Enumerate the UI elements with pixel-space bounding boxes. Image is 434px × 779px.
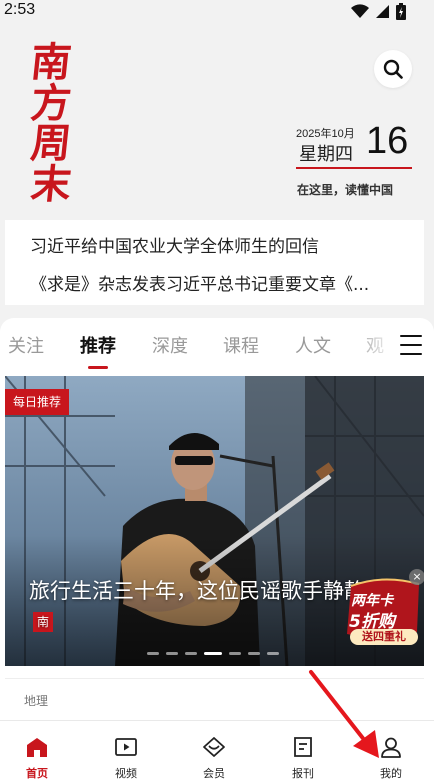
video-icon bbox=[115, 738, 137, 756]
tab-follow[interactable]: 关注 bbox=[8, 332, 44, 358]
logo-char: 方 bbox=[28, 79, 74, 127]
date-day: 16 bbox=[366, 120, 409, 162]
carousel-dot bbox=[229, 652, 241, 655]
carousel-dot bbox=[248, 652, 260, 655]
tabs-fade bbox=[350, 318, 398, 370]
daily-pick-badge: 每日推荐 bbox=[5, 389, 70, 415]
nav-video[interactable]: 视频 bbox=[86, 721, 166, 779]
status-icons bbox=[351, 3, 406, 20]
headline-text: 《求是》杂志发表习近平总书记重要文章《... bbox=[30, 275, 370, 295]
date-block: 2025年10月 星期四 16 在这里，读懂中国 bbox=[290, 120, 416, 202]
headline-item[interactable]: 习近平给中国农业大学全体师生的回信 bbox=[30, 232, 410, 257]
nav-label: 会员 bbox=[203, 767, 225, 779]
brand-logo: 南 方 周 末 bbox=[26, 39, 76, 208]
newspaper-icon bbox=[294, 737, 312, 757]
signal-icon bbox=[376, 5, 389, 18]
hero-title[interactable]: 旅行生活三十年，这位民谣歌手静静南 bbox=[29, 576, 369, 636]
tab-culture[interactable]: 人文 bbox=[295, 332, 331, 358]
nav-home[interactable]: 首页 bbox=[0, 721, 77, 779]
nav-label: 视频 bbox=[115, 767, 137, 779]
promo-line3: 送四重礼 bbox=[350, 629, 418, 645]
tab-courses[interactable]: 课程 bbox=[223, 332, 259, 358]
profile-icon bbox=[381, 737, 401, 758]
status-time: 2:53 bbox=[4, 1, 36, 18]
channel-tabs: 关注 推荐 深度 课程 人文 观 bbox=[0, 318, 434, 370]
membership-promo[interactable]: 两年卡 5折购 送四重礼 × bbox=[343, 569, 424, 648]
logo-char: 南 bbox=[28, 39, 74, 86]
logo-char: 周 bbox=[28, 120, 74, 168]
article-category: 地理 bbox=[24, 694, 49, 708]
date-year-month: 2025年10月 bbox=[296, 128, 355, 140]
bottom-nav: 首页 视频 会员 报刊 我的 bbox=[0, 720, 434, 779]
carousel-dot bbox=[147, 652, 159, 655]
carousel-dot-active bbox=[204, 652, 222, 655]
headline-item[interactable]: 《求是》杂志发表习近平总书记重要文章《... bbox=[30, 270, 410, 295]
slogan: 在这里，读懂中国 bbox=[297, 183, 394, 197]
carousel-dot bbox=[166, 652, 178, 655]
status-bar: 2:53 bbox=[0, 0, 434, 24]
logo-char: 末 bbox=[28, 160, 74, 208]
nav-label: 我的 bbox=[380, 767, 402, 779]
nav-profile[interactable]: 我的 bbox=[351, 721, 431, 779]
menu-icon[interactable] bbox=[400, 335, 422, 355]
hero-title-text: 旅行生活三十年，这位民谣歌手静静 bbox=[29, 579, 365, 603]
date-weekday: 星期四 bbox=[299, 144, 353, 165]
headline-list: 习近平给中国农业大学全体师生的回信 《求是》杂志发表习近平总书记重要文章《... bbox=[5, 220, 424, 305]
member-icon bbox=[203, 737, 225, 757]
battery-icon bbox=[396, 3, 406, 20]
home-icon bbox=[27, 738, 47, 757]
hero-carousel[interactable]: 每日推荐 旅行生活三十年，这位民谣歌手静静南 两年卡 5折购 送四重礼 × bbox=[5, 376, 424, 666]
feed-panel: 关注 推荐 深度 课程 人文 观 bbox=[0, 318, 434, 728]
nav-member[interactable]: 会员 bbox=[174, 721, 254, 779]
search-icon bbox=[383, 59, 403, 79]
carousel-dot bbox=[267, 652, 279, 655]
tab-recommend[interactable]: 推荐 bbox=[80, 332, 116, 358]
wifi-icon bbox=[351, 4, 369, 19]
date-divider bbox=[296, 167, 412, 169]
nav-label: 首页 bbox=[26, 767, 48, 779]
tab-depth[interactable]: 深度 bbox=[152, 332, 188, 358]
nav-newspaper[interactable]: 报刊 bbox=[263, 721, 343, 779]
nav-label: 报刊 bbox=[292, 767, 314, 779]
headline-text: 习近平给中国农业大学全体师生的回信 bbox=[30, 237, 319, 257]
tab-indicator bbox=[88, 366, 108, 369]
carousel-dots bbox=[147, 652, 279, 655]
carousel-dot bbox=[185, 652, 197, 655]
close-icon[interactable]: × bbox=[409, 569, 424, 585]
brand-mark-icon: 南 bbox=[33, 612, 53, 632]
search-button[interactable] bbox=[374, 50, 412, 88]
